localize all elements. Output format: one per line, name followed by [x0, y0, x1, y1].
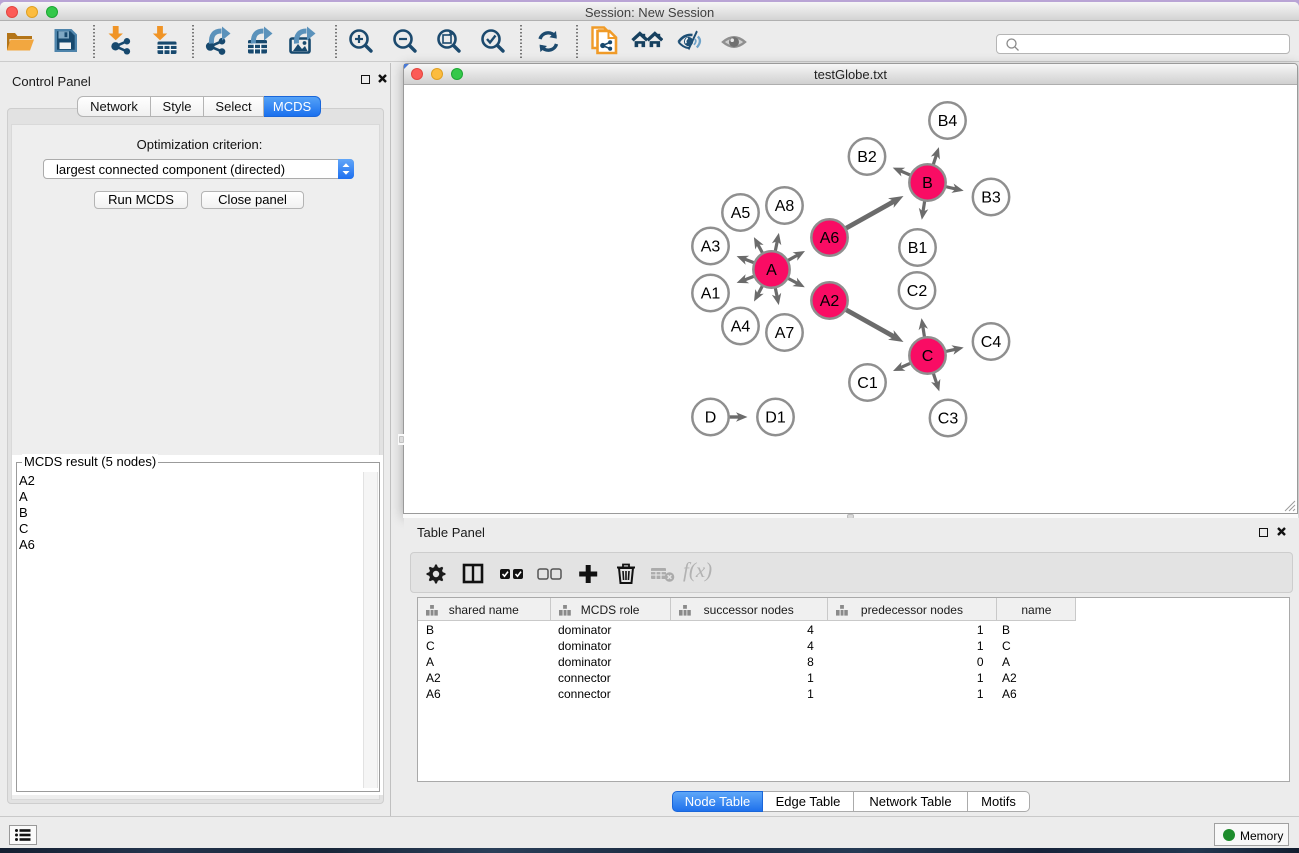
svg-text:C3: C3 — [938, 411, 959, 428]
svg-text:D1: D1 — [765, 410, 786, 427]
svg-text:B4: B4 — [938, 113, 958, 130]
svg-text:A2: A2 — [820, 293, 840, 310]
svg-text:A: A — [766, 262, 777, 279]
svg-text:B3: B3 — [981, 190, 1001, 207]
svg-text:C: C — [922, 348, 934, 365]
svg-text:A3: A3 — [701, 239, 721, 256]
svg-text:C1: C1 — [857, 375, 878, 392]
svg-text:C4: C4 — [981, 334, 1002, 351]
svg-text:B: B — [922, 175, 933, 192]
svg-text:A5: A5 — [731, 205, 751, 222]
svg-text:A7: A7 — [775, 325, 795, 342]
svg-text:A4: A4 — [731, 319, 751, 336]
svg-text:A6: A6 — [820, 230, 840, 247]
svg-text:B1: B1 — [908, 240, 928, 257]
svg-text:C2: C2 — [907, 283, 928, 300]
svg-text:B2: B2 — [857, 149, 877, 166]
svg-text:A1: A1 — [701, 286, 721, 303]
svg-text:A8: A8 — [775, 198, 795, 215]
svg-text:D: D — [705, 410, 717, 427]
